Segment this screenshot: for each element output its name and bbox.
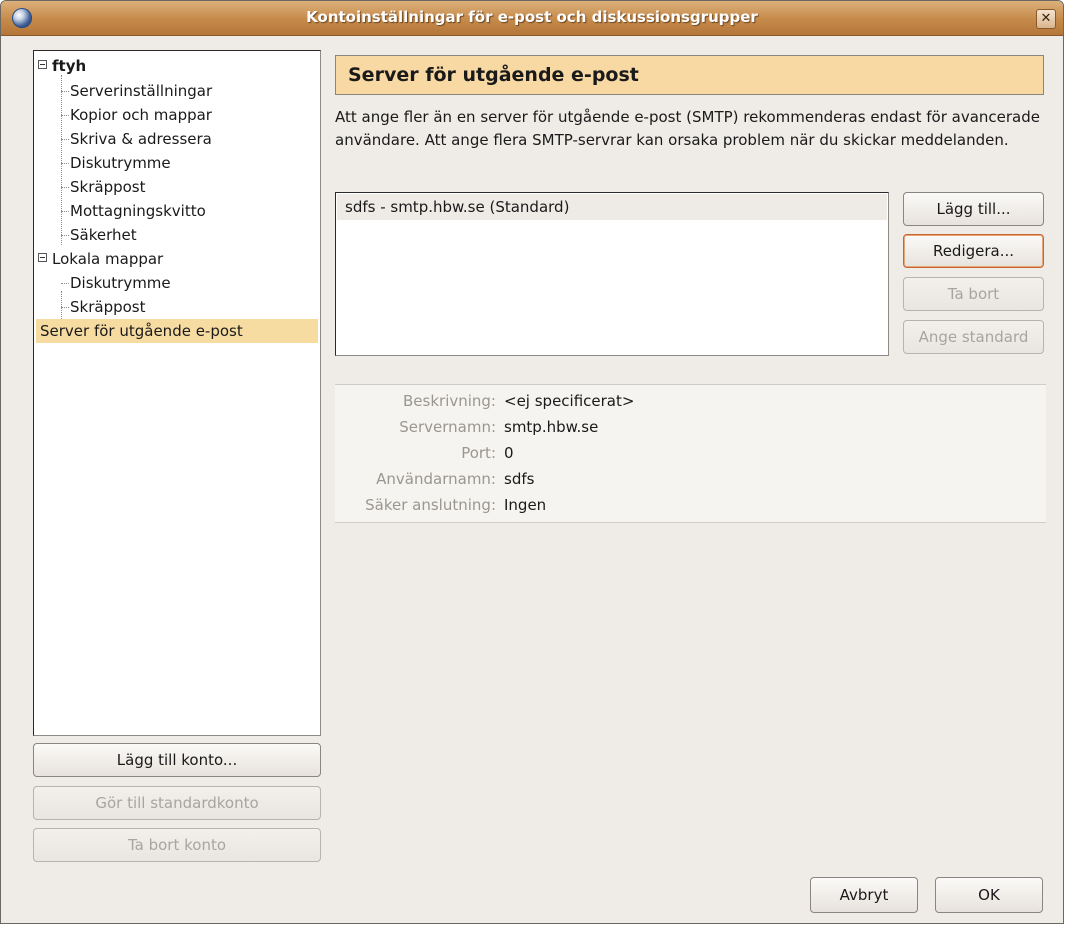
server-details-panel: Beskrivning: <ej specificerat> Servernam… bbox=[335, 384, 1046, 523]
detail-username: Användarnamn: sdfs bbox=[376, 470, 535, 488]
tree-item-skrappost[interactable]: Skräppost bbox=[36, 175, 318, 199]
tree-item-local-diskutrymme[interactable]: Diskutrymme bbox=[36, 271, 318, 295]
remove-server-button[interactable]: Ta bort bbox=[903, 277, 1044, 311]
remove-account-button[interactable]: Ta bort konto bbox=[33, 828, 321, 862]
collapse-icon[interactable] bbox=[38, 60, 47, 69]
tree-item-skriva-adressera[interactable]: Skriva & adressera bbox=[36, 127, 318, 151]
add-server-button[interactable]: Lägg till... bbox=[903, 192, 1044, 226]
tree-account-label: ftyh bbox=[52, 57, 87, 75]
app-icon bbox=[12, 8, 32, 28]
window-title: Kontoinställningar för e-post och diskus… bbox=[306, 8, 758, 26]
title-bar[interactable]: Kontoinställningar för e-post och diskus… bbox=[1, 1, 1063, 36]
detail-port: Port: 0 bbox=[461, 444, 514, 462]
tree-item-outgoing-server[interactable]: Server för utgående e-post bbox=[36, 319, 318, 343]
detail-description: Beskrivning: <ej specificerat> bbox=[403, 392, 635, 410]
tree-local-folders[interactable]: Lokala mappar bbox=[36, 247, 318, 271]
edit-server-button[interactable]: Redigera... bbox=[903, 234, 1044, 268]
account-tree[interactable]: ftyh Serverinställningar Kopior och mapp… bbox=[33, 50, 321, 736]
tree-account-ftyh[interactable]: ftyh bbox=[36, 54, 318, 78]
collapse-icon[interactable] bbox=[38, 253, 47, 262]
tree-item-diskutrymme[interactable]: Diskutrymme bbox=[36, 151, 318, 175]
set-default-server-button[interactable]: Ange standard bbox=[903, 320, 1044, 354]
tree-local-label: Lokala mappar bbox=[52, 250, 164, 268]
cancel-button[interactable]: Avbryt bbox=[810, 877, 918, 913]
detail-server-name: Servernamn: smtp.hbw.se bbox=[399, 418, 599, 436]
tree-item-kopior-och-mappar[interactable]: Kopior och mappar bbox=[36, 103, 318, 127]
set-default-account-button[interactable]: Gör till standardkonto bbox=[33, 786, 321, 820]
page-title: Server för utgående e-post bbox=[335, 55, 1044, 95]
smtp-server-item[interactable]: sdfs - smtp.hbw.se (Standard) bbox=[337, 194, 887, 220]
tree-item-mottagningskvitto[interactable]: Mottagningskvitto bbox=[36, 199, 318, 223]
account-settings-window: Kontoinställningar för e-post och diskus… bbox=[0, 0, 1064, 924]
page-description: Att ange fler än en server för utgående … bbox=[335, 108, 1040, 149]
tree-item-sakerhet[interactable]: Säkerhet bbox=[36, 223, 318, 247]
tree-item-local-skrappost[interactable]: Skräppost bbox=[36, 295, 318, 319]
ok-button[interactable]: OK bbox=[935, 877, 1043, 913]
smtp-server-list[interactable]: sdfs - smtp.hbw.se (Standard) bbox=[335, 192, 889, 356]
detail-secure-connection: Säker anslutning: Ingen bbox=[365, 496, 547, 514]
tree-item-serverinstallningar[interactable]: Serverinställningar bbox=[36, 79, 318, 103]
add-account-button[interactable]: Lägg till konto... bbox=[33, 743, 321, 777]
close-icon[interactable]: ✕ bbox=[1036, 9, 1056, 29]
